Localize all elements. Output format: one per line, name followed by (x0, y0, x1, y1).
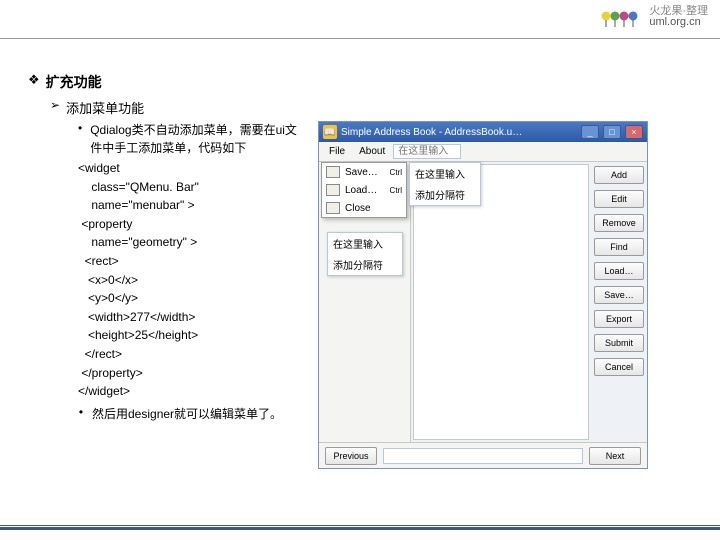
sp-add-separator[interactable]: 添加分隔符 (328, 254, 402, 275)
outline-l1: ❖ 扩充功能 (28, 72, 710, 92)
left-column: • Qdialog类不自动添加菜单，需要在ui文件中手工添加菜单，代码如下 <w… (78, 121, 306, 469)
find-button[interactable]: Find (594, 238, 644, 256)
diamond-bullet-icon: ❖ (28, 72, 40, 92)
dot-bullet-icon: • (78, 405, 84, 423)
code-line: <width>277</width> (78, 308, 306, 327)
brand-logo (599, 6, 643, 28)
load-icon (326, 184, 340, 196)
bullet-1-text: Qdialog类不自动添加菜单，需要在ui文件中手工添加菜单，代码如下 (90, 121, 306, 157)
remove-button[interactable]: Remove (594, 214, 644, 232)
menu-input[interactable] (393, 144, 461, 159)
dd-save-label: Save… (345, 167, 385, 178)
dd-side-panel: 在这里输入 添加分隔符 (409, 162, 481, 206)
load-button[interactable]: Load… (594, 262, 644, 280)
header-rule (0, 38, 720, 39)
next-button[interactable]: Next (589, 447, 641, 465)
l1-title: 扩充功能 (46, 72, 102, 92)
outline-l2: ➢ 添加菜单功能 (50, 98, 710, 117)
slide-content: ❖ 扩充功能 ➢ 添加菜单功能 • Qdialog类不自动添加菜单，需要在ui文… (28, 72, 710, 469)
save-icon (326, 166, 340, 178)
save-button[interactable]: Save… (594, 286, 644, 304)
menu-file[interactable]: File (323, 144, 351, 159)
code-line: <y>0</y> (78, 289, 306, 308)
menubar: File About (319, 142, 647, 162)
code-line: <widget (78, 159, 306, 178)
app-window: 📖 Simple Address Book - AddressBook.u… _… (318, 121, 648, 469)
dd-save[interactable]: Save… Ctrl (322, 163, 406, 181)
file-dropdown: Save… Ctrl Load… Ctrl Close (321, 162, 407, 218)
code-line: </widget> (78, 382, 306, 401)
close-icon (326, 202, 340, 214)
close-button[interactable]: × (625, 125, 643, 139)
right-panel: Add Edit Remove Find Load… Save… Export … (591, 162, 647, 442)
window-title: Simple Address Book - AddressBook.u… (341, 127, 577, 138)
dd-load-label: Load… (345, 185, 385, 196)
dd-close-label: Close (345, 203, 402, 214)
maximize-button[interactable]: □ (603, 125, 621, 139)
l2-title: 添加菜单功能 (66, 98, 144, 117)
bullet-2-text: 然后用designer就可以编辑菜单了。 (92, 405, 282, 423)
code-line: </rect> (78, 345, 306, 364)
code-line: <property (78, 215, 306, 234)
code-line: <height>25</height> (78, 326, 306, 345)
add-button[interactable]: Add (594, 166, 644, 184)
brand-block: 火龙果·整理 uml.org.cn (599, 6, 708, 28)
dd-side-sep[interactable]: 添加分隔符 (410, 184, 480, 205)
code-line: name="menubar" > (78, 196, 306, 215)
code-line: name="geometry" > (78, 233, 306, 252)
code-line: <x>0</x> (78, 271, 306, 290)
brand-url: uml.org.cn (649, 16, 700, 28)
code-line: </property> (78, 364, 306, 383)
sp-input-here[interactable]: 在这里输入 (328, 233, 402, 254)
app-body: Save… Ctrl Load… Ctrl Close (319, 162, 647, 442)
app-icon: 📖 (323, 125, 337, 139)
code-line: <rect> (78, 252, 306, 271)
dd-save-accel: Ctrl (390, 168, 402, 177)
arrow-bullet-icon: ➢ (50, 98, 60, 117)
dd-load-accel: Ctrl (390, 186, 402, 195)
designer-subpanel: 在这里输入 添加分隔符 (327, 232, 403, 276)
menu-about[interactable]: About (353, 144, 391, 159)
bottom-bar: Previous Next (319, 442, 647, 468)
dd-close[interactable]: Close (322, 199, 406, 217)
minimize-button[interactable]: _ (581, 125, 599, 139)
footer-rule (0, 525, 720, 530)
code-block: <widget class="QMenu. Bar" name="menubar… (78, 159, 306, 401)
dot-bullet-icon: • (78, 121, 82, 157)
code-line: class="QMenu. Bar" (78, 178, 306, 197)
cancel-button[interactable]: Cancel (594, 358, 644, 376)
left-panel: Save… Ctrl Load… Ctrl Close (319, 162, 411, 442)
titlebar: 📖 Simple Address Book - AddressBook.u… _… (319, 122, 647, 142)
prev-button[interactable]: Previous (325, 447, 377, 465)
edit-button[interactable]: Edit (594, 190, 644, 208)
nav-field[interactable] (383, 448, 583, 464)
dd-side-input[interactable]: 在这里输入 (410, 163, 480, 184)
brand-text: 火龙果·整理 uml.org.cn (649, 6, 708, 28)
export-button[interactable]: Export (594, 310, 644, 328)
dd-load[interactable]: Load… Ctrl (322, 181, 406, 199)
submit-button[interactable]: Submit (594, 334, 644, 352)
